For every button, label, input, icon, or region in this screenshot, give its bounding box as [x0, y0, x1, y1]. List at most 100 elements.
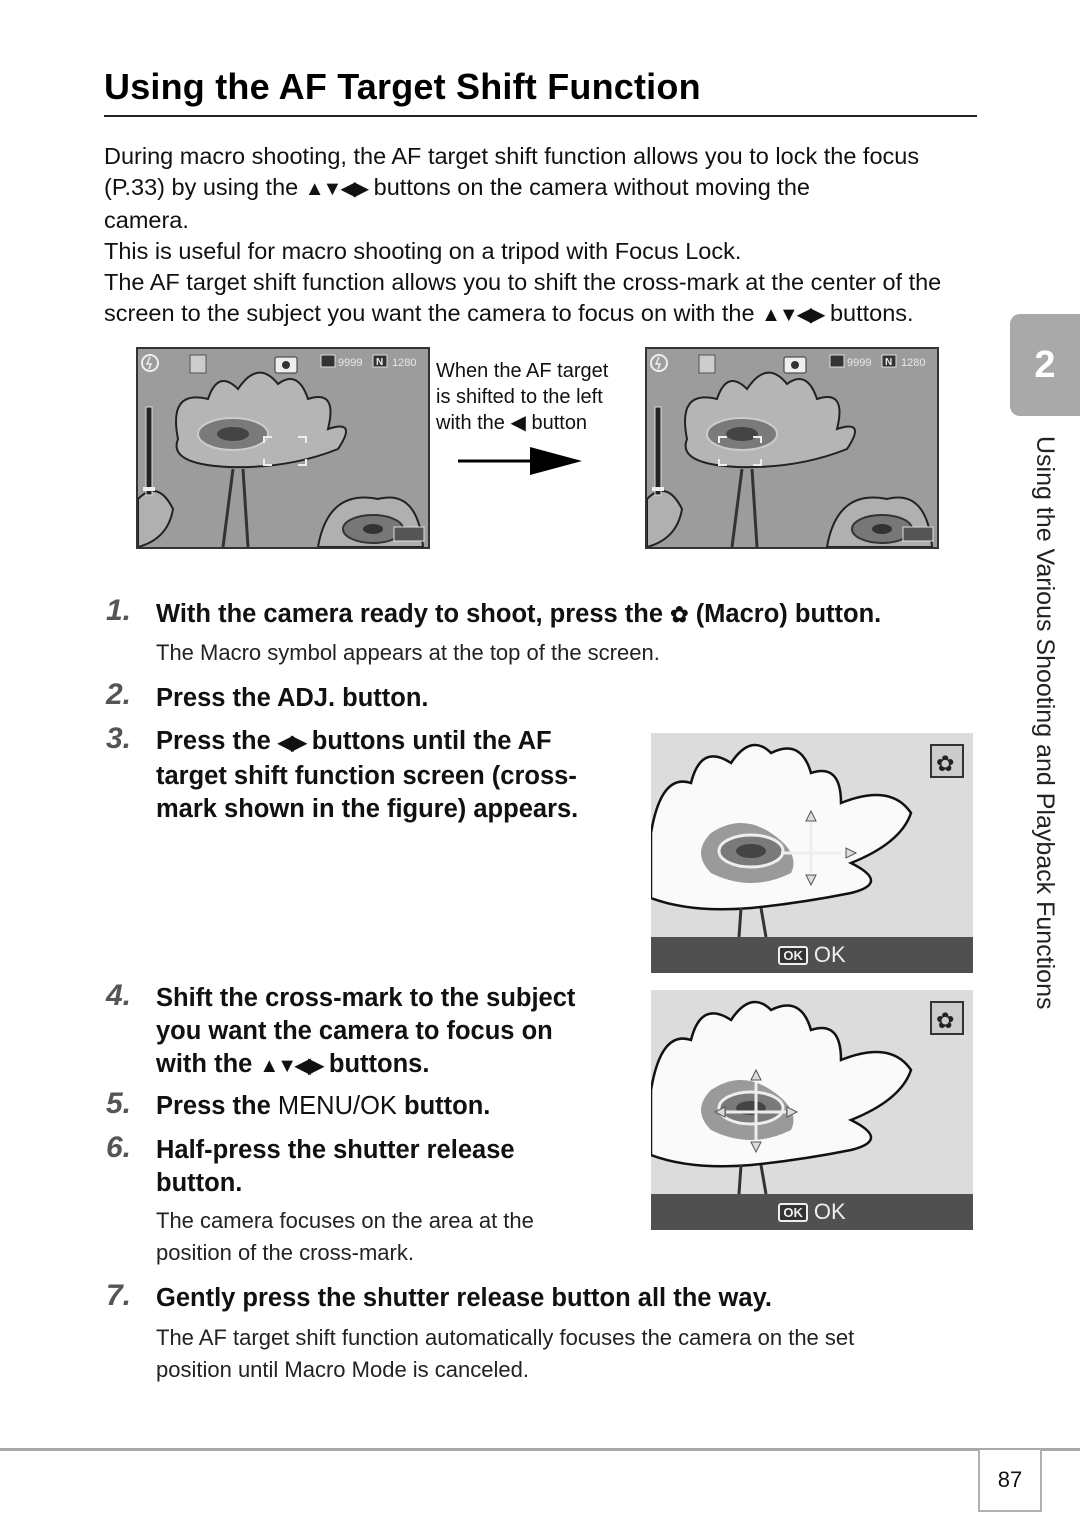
svg-text:✿: ✿ [936, 751, 954, 776]
step-5-title: Press the MENU/OK button. [156, 1090, 490, 1123]
step-text: buttons. [328, 1050, 430, 1078]
camera-screen-after: 9999 N 1280 [645, 347, 939, 549]
direction-arrows-icon: ▲▼◀▶ [259, 1055, 323, 1077]
description-line: The camera focuses on the area at the [156, 1208, 534, 1233]
step-text: with the [156, 1050, 253, 1078]
intro-text-fragment: screen to the subject you want the camer… [104, 300, 755, 326]
caption-line: is shifted to the left [436, 386, 603, 408]
step-number: 6. [106, 1131, 132, 1164]
chapter-label: Using the Various Shooting and Playback … [1031, 436, 1059, 1010]
step-number: 1. [106, 594, 132, 627]
step-7-title: Gently press the shutter release button … [156, 1284, 772, 1312]
footer-divider [0, 1448, 1080, 1451]
title-divider [104, 115, 977, 117]
step-2-title: Press the ADJ. button. [156, 684, 429, 712]
step-2: 2. [106, 678, 131, 712]
macro-icon: ✿ [670, 602, 689, 627]
step-text: button. [404, 1092, 491, 1120]
ok-label: OK [813, 1199, 846, 1224]
description-line: The AF target shift function automatical… [156, 1325, 855, 1350]
shots-remaining: 9999 [847, 357, 871, 369]
intro-text-fragment: (P.33) by using the [104, 174, 299, 200]
chapter-tab[interactable]: 2 [1010, 314, 1080, 416]
macro-icon [189, 354, 207, 374]
svg-text:N: N [376, 357, 383, 368]
zoom-bar [145, 406, 153, 496]
step-text: With the camera ready to shoot, press th… [156, 600, 664, 628]
memory-icon [829, 354, 845, 368]
caption-text: button [531, 412, 588, 434]
svg-text:N: N [885, 357, 892, 368]
left-right-arrows-icon: ◀▶ [277, 732, 307, 754]
ok-button-icon: OK [778, 945, 808, 965]
lcd-footer-bar: OK OK [651, 1194, 973, 1230]
memory-icon [320, 354, 336, 368]
caption-text: with the [436, 412, 505, 434]
battery-icon [393, 526, 425, 542]
step-number: 3. [106, 722, 132, 755]
step-4: 4. [106, 979, 131, 1013]
caption-line: When the AF target [436, 360, 609, 382]
description-line: position until Macro Mode is canceled. [156, 1357, 529, 1382]
step-6-title: Half-press the shutter release button. [156, 1134, 646, 1200]
menu-ok-button-label: MENU/OK [277, 1092, 397, 1120]
caption-line: with the ◀ button [436, 410, 608, 436]
intro-line: The AF target shift function allows you … [104, 269, 942, 295]
step-title-line: Half-press the shutter release [156, 1136, 515, 1164]
step-1-description: The Macro symbol appears at the top of t… [156, 640, 660, 665]
lcd-screen-cross-mark-shifted: ✿ OK OK [651, 990, 973, 1230]
step-title-line: with the ▲▼◀▶ buttons. [156, 1048, 646, 1083]
image-size: 1280 [901, 357, 925, 369]
step-number: 2. [106, 678, 132, 711]
step-title-line: target shift function screen (cross- [156, 762, 577, 790]
lcd-footer-bar: OK OK [651, 937, 973, 973]
step-number: 5. [106, 1087, 132, 1120]
figure-caption: When the AF target is shifted to the lef… [436, 358, 608, 436]
ok-label: OK [813, 942, 846, 967]
intro-text-fragment: buttons. [829, 300, 914, 326]
step-7-description: The AF target shift function automatical… [156, 1322, 854, 1386]
step-3: 3. [106, 722, 131, 756]
step-6: 6. [106, 1131, 131, 1165]
intro-text-fragment: buttons on the camera without moving the [373, 174, 810, 200]
macro-icon [698, 354, 716, 374]
ok-button-icon: OK [778, 1202, 808, 1222]
step-4-title: Shift the cross-mark to the subject you … [156, 982, 646, 1083]
flower-illustration [651, 743, 913, 937]
step-number: 7. [106, 1279, 132, 1312]
step-text: Press the [156, 1092, 271, 1120]
battery-icon [902, 526, 934, 542]
camera-screen-before: 9999 N 1280 [136, 347, 430, 549]
step-title-line: Shift the cross-mark to the subject [156, 984, 576, 1012]
step-1-title: With the camera ready to shoot, press th… [156, 598, 881, 631]
step-text: Press the [156, 727, 271, 755]
step-1: 1. [106, 594, 131, 628]
step-title-line: button. [156, 1169, 243, 1197]
svg-text:✿: ✿ [936, 1008, 954, 1033]
shots-remaining: 9999 [338, 357, 362, 369]
step-6-description: The camera focuses on the area at the po… [156, 1205, 534, 1269]
step-7: 7. [106, 1279, 131, 1313]
lcd-screen-cross-mark-center: ✿ OK OK [651, 733, 973, 973]
intro-line: screen to the subject you want the camer… [104, 298, 984, 331]
direction-arrows-icon: ▲▼◀▶ [304, 178, 369, 200]
intro-line: camera. [104, 207, 189, 233]
step-number: 4. [106, 979, 132, 1012]
intro-text: During macro shooting, the AF target shi… [104, 141, 984, 331]
step-title-line: mark shown in the figure) appears. [156, 795, 579, 823]
step-3-title: Press the ◀▶ buttons until the AF target… [156, 725, 646, 826]
step-title-line: Press the ◀▶ buttons until the AF [156, 725, 646, 760]
right-arrow-icon [458, 447, 582, 475]
left-arrow-icon: ◀ [510, 412, 526, 434]
intro-line: This is useful for macro shooting on a t… [104, 238, 742, 264]
zoom-bar [654, 406, 662, 496]
description-line: position of the cross-mark. [156, 1240, 414, 1265]
intro-line: During macro shooting, the AF target shi… [104, 143, 920, 169]
image-size: 1280 [392, 357, 416, 369]
step-title-line: you want the camera to focus on [156, 1017, 553, 1045]
page-number: 87 [978, 1450, 1042, 1512]
step-text: (Macro) button. [695, 600, 882, 628]
direction-arrows-icon: ▲▼◀▶ [761, 304, 825, 326]
page-title: Using the AF Target Shift Function [104, 66, 701, 107]
step-5: 5. [106, 1087, 131, 1121]
